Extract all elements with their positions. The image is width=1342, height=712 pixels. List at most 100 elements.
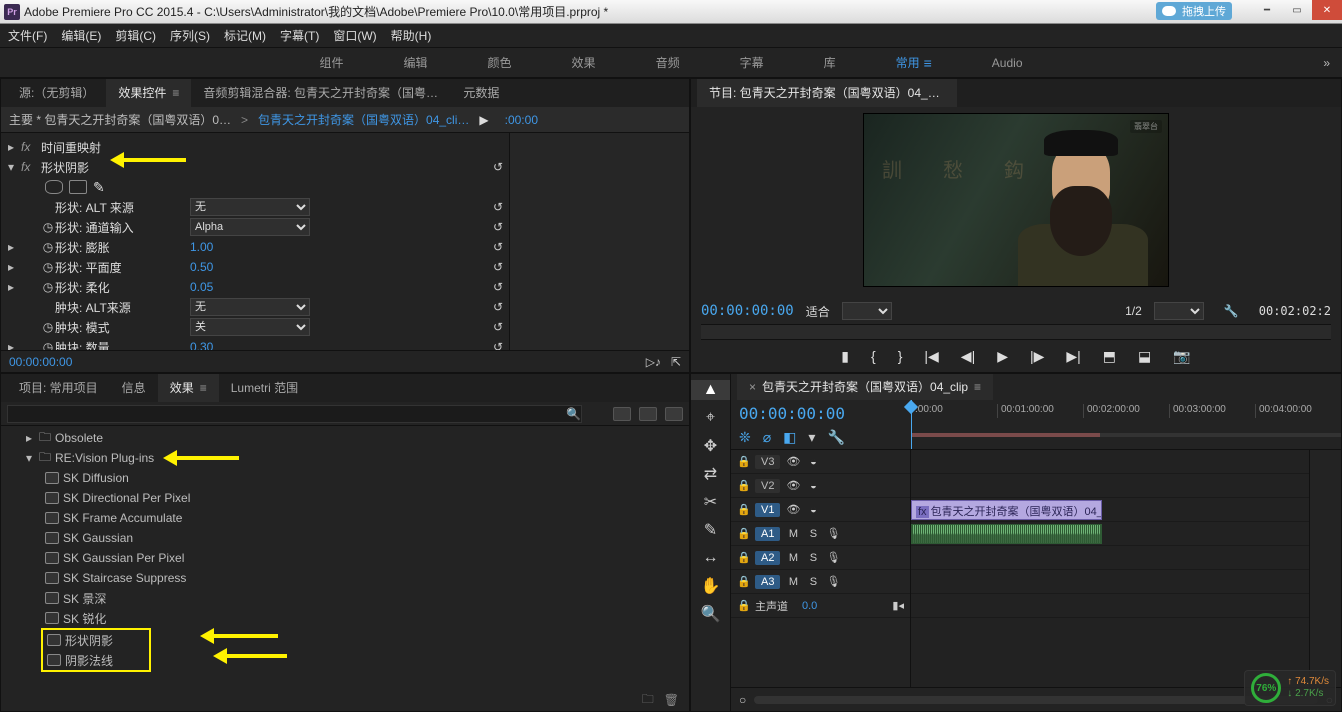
slip-tool-icon[interactable]: ↔: [691, 548, 730, 568]
track-select-tool-icon[interactable]: ⌖: [691, 408, 730, 428]
stopwatch-icon[interactable]: ◷: [41, 340, 55, 350]
preset-shadow-normal[interactable]: 阴影法线: [43, 650, 149, 670]
record-icon[interactable]: 🎙: [826, 551, 840, 564]
workspace-audio2[interactable]: Audio: [982, 48, 1033, 77]
eye-icon[interactable]: 👁: [786, 455, 800, 468]
ellipse-mask-icon[interactable]: [45, 180, 63, 194]
clip-link[interactable]: 包青天之开封奇案（国粤双语）04_cli…: [258, 111, 469, 128]
panel-menu-icon[interactable]: ≡: [200, 381, 207, 395]
loop-icon[interactable]: ▷♪: [646, 355, 661, 369]
track-a2-header[interactable]: 🔒A2MS🎙: [731, 546, 910, 570]
reset-icon[interactable]: ↺: [493, 160, 503, 174]
preset-shape-shadow[interactable]: 形状阴影: [43, 630, 149, 650]
cloud-upload-widget[interactable]: 拖拽上传: [1156, 2, 1232, 20]
workspace-common[interactable]: 常用≡: [886, 48, 942, 77]
preset-sk-dpp[interactable]: SK Directional Per Pixel: [1, 488, 689, 508]
preset-sk-staircase[interactable]: SK Staircase Suppress: [1, 568, 689, 588]
menu-file[interactable]: 文件(F): [8, 27, 47, 44]
panel-menu-icon[interactable]: ≡: [952, 86, 957, 100]
reset-icon[interactable]: ↺: [493, 260, 503, 274]
preset-sk-gpp[interactable]: SK Gaussian Per Pixel: [1, 548, 689, 568]
pen-tool-icon[interactable]: ✎: [691, 520, 730, 540]
workspace-editing[interactable]: 编辑: [394, 48, 438, 77]
record-icon[interactable]: 🎙: [826, 527, 840, 540]
lock-icon[interactable]: 🔒: [737, 455, 749, 468]
maximize-button[interactable]: ▭: [1282, 0, 1312, 20]
timeline-track-area[interactable]: fx包青天之开封奇案（国粤双语）04_clip.mp4 [V]: [911, 450, 1309, 687]
workspace-menu-icon[interactable]: ≡: [924, 55, 932, 71]
effect-footer-timecode[interactable]: 00:00:00:00: [9, 355, 72, 369]
mute-icon[interactable]: M: [786, 528, 800, 540]
new-bin-icon[interactable]: 🗀: [642, 690, 654, 711]
shape-flat-value[interactable]: 0.50: [190, 260, 310, 274]
track-v2-header[interactable]: 🔒V2👁◒: [731, 474, 910, 498]
stopwatch-icon[interactable]: ◷: [41, 240, 55, 254]
workspace-libraries[interactable]: 库: [814, 48, 846, 77]
preset-sk-frame-acc[interactable]: SK Frame Accumulate: [1, 508, 689, 528]
stopwatch-icon[interactable]: ◷: [41, 280, 55, 294]
toggle-output-icon[interactable]: ◒: [806, 456, 820, 468]
tab-project[interactable]: 项目: 常用项目: [7, 373, 110, 402]
program-fit-select[interactable]: [842, 302, 892, 320]
lock-icon[interactable]: 🔒: [737, 479, 749, 492]
tab-metadata[interactable]: 元数据: [451, 78, 511, 107]
effects-search-input[interactable]: [7, 405, 582, 423]
preset-sk-dof[interactable]: SK 景深: [1, 588, 689, 608]
video-clip[interactable]: fx包青天之开封奇案（国粤双语）04_clip.mp4 [V]: [911, 500, 1102, 520]
export-frame-icon[interactable]: 📷: [1173, 348, 1190, 365]
step-forward-icon[interactable]: |▶: [1030, 348, 1044, 365]
stopwatch-icon[interactable]: ◷: [41, 320, 55, 334]
timeline-timecode[interactable]: 00:00:00:00: [739, 404, 903, 423]
menu-edit[interactable]: 编辑(E): [61, 27, 101, 44]
reset-icon[interactable]: ↺: [493, 240, 503, 254]
play-only-icon[interactable]: ▶: [479, 113, 488, 127]
preset-sk-diffusion[interactable]: SK Diffusion: [1, 468, 689, 488]
close-tab-icon[interactable]: ×: [749, 380, 756, 394]
go-to-out-icon[interactable]: ▶|: [1066, 348, 1080, 365]
tab-effects[interactable]: 效果≡: [158, 373, 219, 402]
play-icon[interactable]: ▶: [997, 348, 1008, 365]
selection-tool-icon[interactable]: ▲: [691, 380, 730, 400]
tab-effect-controls[interactable]: 效果控件≡: [106, 78, 191, 107]
mark-out-button[interactable]: }: [898, 348, 903, 364]
snap-icon[interactable]: ❊: [739, 429, 751, 446]
panel-menu-icon[interactable]: ≡: [974, 380, 981, 394]
mass-alt-select[interactable]: 无: [190, 298, 310, 316]
audio-clip-a1[interactable]: [911, 524, 1102, 544]
effect-keyframe-area[interactable]: [509, 133, 689, 350]
toggle-output-icon[interactable]: ◒: [806, 504, 820, 516]
wrench-icon[interactable]: 🔧: [1224, 304, 1239, 318]
reset-icon[interactable]: ↺: [493, 280, 503, 294]
track-a1-header[interactable]: 🔒A1MS🎙: [731, 522, 910, 546]
timeline-scrollbar[interactable]: [754, 696, 1318, 704]
lock-icon[interactable]: 🔒: [737, 575, 749, 588]
mass-mode-select[interactable]: 关: [190, 318, 310, 336]
menu-marker[interactable]: 标记(M): [224, 27, 266, 44]
wrench-icon[interactable]: 🔧: [827, 429, 844, 446]
rect-mask-icon[interactable]: [69, 180, 87, 194]
shape-channel-select[interactable]: Alpha: [190, 218, 310, 236]
stopwatch-icon[interactable]: ◷: [41, 220, 55, 234]
reset-icon[interactable]: ↺: [493, 300, 503, 314]
workspace-titles[interactable]: 字幕: [730, 48, 774, 77]
panel-menu-icon[interactable]: ≡: [172, 86, 179, 100]
mass-count-value[interactable]: 0.30: [190, 340, 310, 350]
tab-info[interactable]: 信息: [110, 373, 158, 402]
extract-icon[interactable]: ⬓: [1138, 348, 1151, 365]
toggle-output-icon[interactable]: ◒: [806, 480, 820, 492]
twirl-icon[interactable]: ▾: [5, 160, 17, 174]
lock-icon[interactable]: 🔒: [737, 551, 749, 564]
shape-alt-src-select[interactable]: 无: [190, 198, 310, 216]
reset-icon[interactable]: ↺: [493, 200, 503, 214]
shape-expand-value[interactable]: 1.00: [190, 240, 310, 254]
ripple-tool-icon[interactable]: ✥: [691, 436, 730, 456]
folder-obsolete[interactable]: ▸🗀Obsolete: [1, 428, 689, 448]
menu-sequence[interactable]: 序列(S): [170, 27, 210, 44]
workspace-audio[interactable]: 音频: [646, 48, 690, 77]
reset-icon[interactable]: ↺: [493, 340, 503, 350]
tab-program[interactable]: 节目: 包青天之开封奇案（国粤双语）04_clip≡: [697, 78, 957, 107]
track-master-header[interactable]: 🔒主声道0.0▮◂: [731, 594, 910, 618]
menu-window[interactable]: 窗口(W): [333, 27, 376, 44]
tab-lumetri-scopes[interactable]: Lumetri 范围: [219, 373, 310, 402]
trash-icon[interactable]: 🗑: [664, 693, 679, 707]
